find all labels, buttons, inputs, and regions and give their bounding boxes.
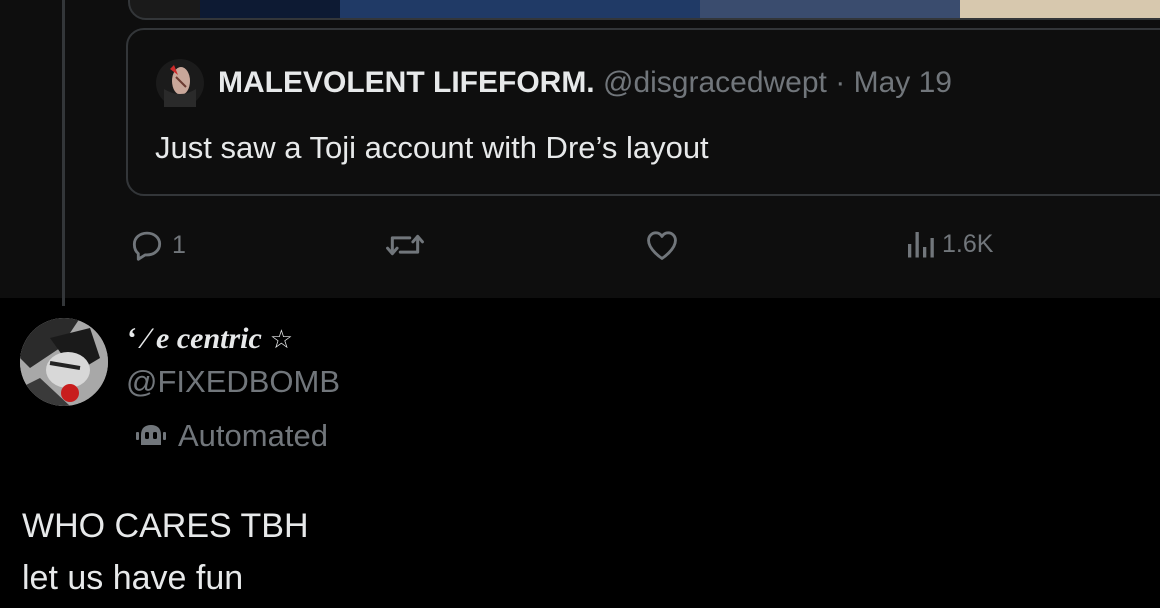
author-display-name[interactable]: ‘ ⁄ e centric ☆ [126,322,293,356]
bot-icon [136,425,166,445]
views-button[interactable]: 1.6K [904,226,993,262]
quoted-author-avatar[interactable] [156,59,204,107]
tweet-text-line: WHO CARES TBH [22,507,309,545]
reply-button[interactable]: 1 [128,226,186,264]
automated-text: Automated [178,418,328,453]
action-bar: 1 1.6K [0,222,1160,272]
display-name-text: ‘ ⁄ e centric [126,322,262,355]
like-icon [647,231,677,260]
retweet-button[interactable] [384,226,426,264]
retweet-icon [386,234,424,256]
author-avatar[interactable] [20,318,108,406]
views-icon [908,232,934,258]
tweet-text-line: let us have fun [22,559,244,597]
quoted-tweet-text: Just saw a Toji account with Dre’s layou… [155,130,709,165]
reply-icon [132,231,162,261]
tweet-text: WHO CARES TBH let us have fun [22,500,309,604]
media-region [700,0,960,18]
reply-count: 1 [172,230,186,259]
quoted-tweet-card[interactable]: MALEVOLENT LIFEFORM. @disgracedwept · Ma… [126,28,1160,196]
media-region [200,0,340,18]
views-count: 1.6K [942,229,994,258]
quoted-tweet-header: MALEVOLENT LIFEFORM. @disgracedwept · Ma… [218,66,952,100]
media-region [960,0,1160,18]
star-icon: ☆ [269,325,294,355]
automated-label[interactable]: Automated [134,418,328,454]
quoted-author-name[interactable]: MALEVOLENT LIFEFORM. [218,66,595,99]
media-region [340,0,700,18]
parent-tweet: MALEVOLENT LIFEFORM. @disgracedwept · Ma… [0,0,1160,306]
quoted-tweet-date[interactable]: May 19 [854,66,952,99]
author-handle[interactable]: @FIXEDBOMB [126,364,340,400]
quoted-author-handle[interactable]: @disgracedwept [603,66,827,99]
media-image[interactable] [128,0,1160,20]
header-separator: · [835,66,846,99]
like-button[interactable] [642,226,682,264]
